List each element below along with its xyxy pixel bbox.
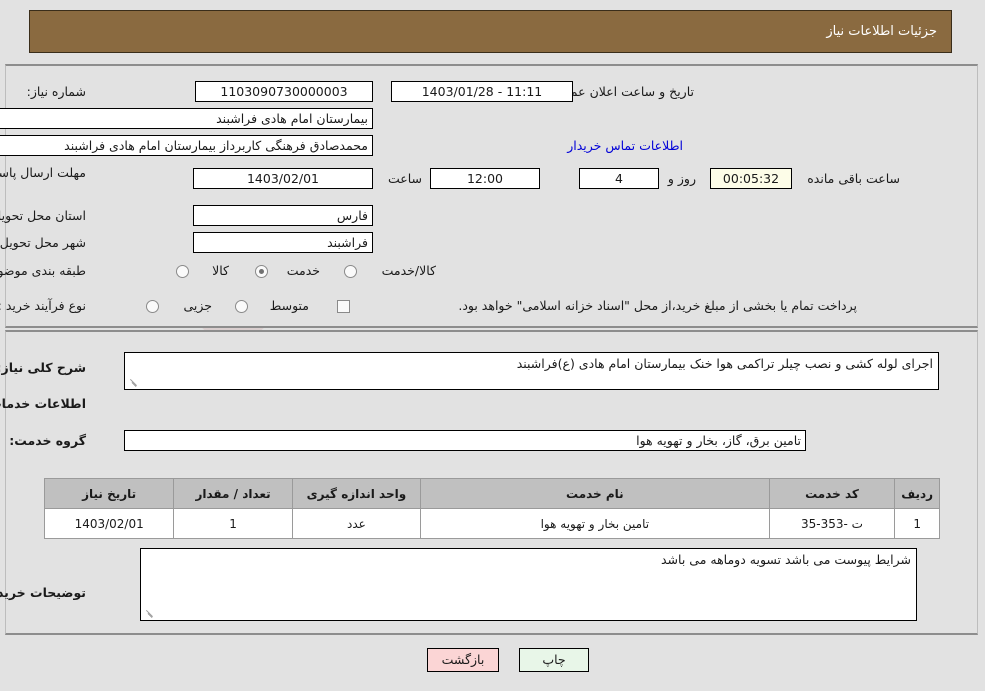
cell-need-date: 1403/02/01 [44,508,176,539]
service-group-value: تامین برق، گاز، بخار و تهویه هوا [125,430,807,451]
radio-label-kala: کالا [213,263,230,278]
countdown-label: ساعت باقی مانده [808,171,901,186]
cell-unit: عدد [292,508,423,539]
buyer-notes-label: توضیحات خریدار: [0,585,87,600]
th-service-name: نام خدمت [421,478,771,509]
general-desc-text: اجرای لوله کشی و نصب چیلر تراکمی هوا خنک… [517,356,934,371]
radio-process-jozi[interactable] [147,300,160,313]
province-value: فارس [194,205,374,226]
th-service-code: کد خدمت [769,478,897,509]
need-number-label: شماره نیاز: [27,84,87,99]
radio-process-motavaset[interactable] [236,300,249,313]
th-quantity: تعداد / مقدار [174,478,294,509]
need-number-value: 1103090730000003 [196,81,374,102]
buyer-org-value: بیمارستان امام هادی فراشبند [0,108,374,129]
radio-label-motavaset: متوسط [270,298,310,313]
radio-label-kala-khedmat: کالا/خدمت [382,263,437,278]
general-desc-label: شرح کلی نیاز: [0,360,87,375]
th-unit: واحد اندازه گیری [292,478,423,509]
page-title: جزئیات اطلاعات نیاز [827,24,938,39]
creator-value: محمدصادق فرهنگی کاربرداز بیمارستان امام … [0,135,374,156]
th-need-date: تاریخ نیاز [44,478,176,509]
cell-service-name: تامین بخار و تهویه هوا [421,508,771,539]
radio-category-kala[interactable] [177,265,190,278]
service-group-label: گروه خدمت: [10,433,87,448]
public-announce-value: 11:11 - 1403/01/28 [392,81,574,102]
table-row: 1 ت -353-35 تامین بخار و تهویه هوا عدد 1… [44,508,941,539]
services-section-title: اطلاعات خدمات مورد نیاز [0,396,87,411]
process-label: نوع فرآیند خرید : [0,298,87,313]
buyer-notes-text: شرایط پیوست می باشد تسویه دوماهه می باشد [662,552,912,567]
deadline-hour-value: 12:00 [431,168,541,189]
radio-label-jozi: جزیی [184,298,213,313]
countdown-value: 00:05:32 [711,168,793,189]
deadline-label: مهلت ارسال پاسخ: تا تاریخ: [0,165,87,180]
header-bar: جزئیات اطلاعات نیاز [30,10,953,53]
services-table: ردیف کد خدمت نام خدمت واحد اندازه گیری ت… [44,478,941,539]
radio-label-khedmat: خدمت [287,263,321,278]
need-summary-panel [6,64,979,328]
resize-grip-icon [129,377,139,387]
category-label: طبقه بندی موضوعی: [0,263,87,278]
back-button[interactable]: بازگشت [428,648,500,672]
remaining-days-value: 4 [580,168,660,189]
treasury-note: پرداخت تمام یا بخشی از مبلغ خرید،از محل … [459,298,858,313]
general-desc-value: اجرای لوله کشی و نصب چیلر تراکمی هوا خنک… [125,352,940,390]
resize-grip-icon [145,608,155,618]
th-row-no: ردیف [895,478,941,509]
radio-category-khedmat[interactable] [256,265,269,278]
city-label: شهر محل تحویل: [0,235,87,250]
hour-label: ساعت [388,171,423,186]
radio-category-kala-khedmat[interactable] [345,265,358,278]
days-label: روز و [668,171,697,186]
buyer-notes-value: شرایط پیوست می باشد تسویه دوماهه می باشد [141,548,918,621]
buyer-contact-link[interactable]: اطلاعات تماس خریدار [568,138,684,153]
city-value: فراشبند [194,232,374,253]
cell-quantity: 1 [174,508,294,539]
deadline-date-value: 1403/02/01 [194,168,374,189]
cell-service-code: ت -353-35 [769,508,897,539]
province-label: استان محل تحویل: [0,208,87,223]
checkbox-islamic-treasury[interactable] [338,300,351,313]
cell-row-no: 1 [895,508,941,539]
print-button[interactable]: چاپ [520,648,590,672]
table-header-row: ردیف کد خدمت نام خدمت واحد اندازه گیری ت… [44,478,941,509]
